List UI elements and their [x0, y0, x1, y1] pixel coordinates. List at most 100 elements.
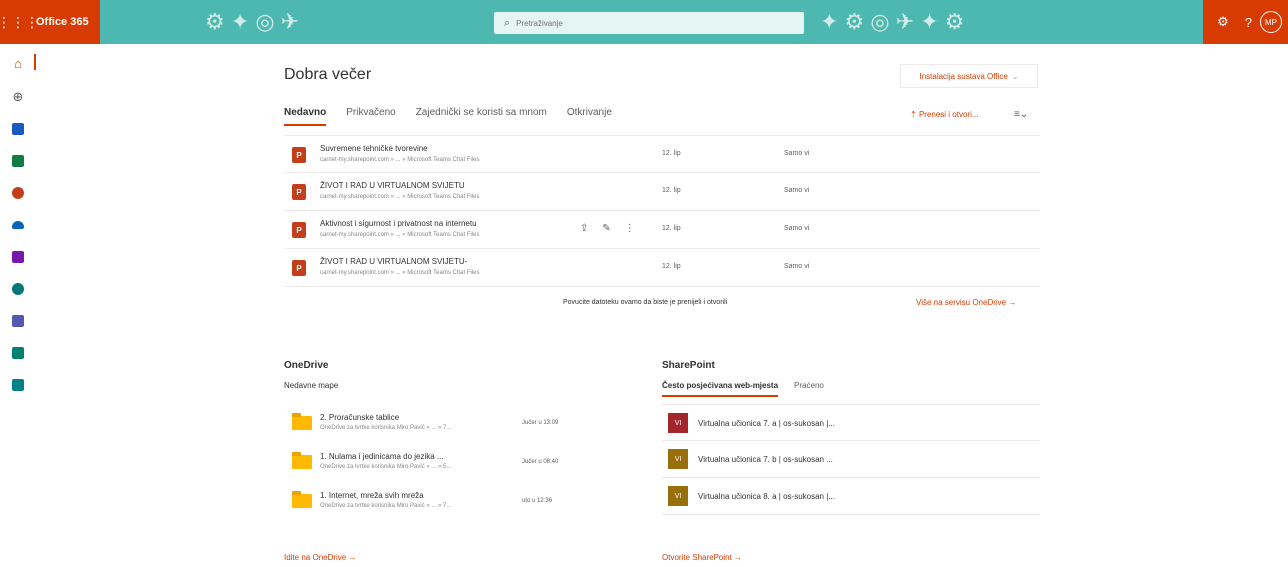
- file-name[interactable]: Suvremene tehničke tvorevine: [320, 144, 428, 153]
- banner-decoration: ✦ ⚙ ◎ ✈ ✦ ⚙: [820, 9, 965, 34]
- list-item[interactable]: 1. Internet, mreža svih mreža OneDrive z…: [284, 482, 594, 521]
- rail-excel[interactable]: [0, 150, 36, 172]
- app-name[interactable]: Office 365: [36, 16, 89, 28]
- tab-pinned[interactable]: Prikvačeno: [346, 107, 395, 126]
- onedrive-cloud-icon: [12, 221, 24, 229]
- tab-recent[interactable]: Nedavno: [284, 107, 327, 126]
- file-name[interactable]: Aktivnost i sigurnost i privatnost na in…: [320, 219, 477, 228]
- share-icon[interactable]: ⇪: [580, 223, 588, 234]
- onedrive-title: OneDrive: [284, 360, 329, 371]
- tab-shared-with-me[interactable]: Zajednički se koristi sa mnom: [416, 107, 547, 126]
- file-row[interactable]: P ŽIVOT I RAD U VIRTUALNOM SVIJETU carne…: [284, 173, 1040, 211]
- file-date: 12. lip: [662, 187, 681, 194]
- rail-sway[interactable]: [0, 342, 36, 364]
- site-name[interactable]: Virtualna učionica 7. b | os-sukosan ...: [698, 455, 833, 464]
- file-path: carnet-my.sharepoint.com » ... » Microso…: [320, 157, 480, 163]
- tab-discover[interactable]: Otkrivanje: [567, 107, 612, 126]
- brand-area: ⋮⋮⋮ Office 365: [0, 0, 100, 44]
- more-on-onedrive-link[interactable]: Više na servisu OneDrive →: [916, 298, 1016, 307]
- file-row[interactable]: P Suvremene tehničke tvorevine carnet-my…: [284, 135, 1040, 173]
- folder-date: uto u 12:36: [522, 498, 553, 504]
- file-date: 12. lip: [662, 225, 681, 232]
- file-sharing: Samo vi: [784, 150, 810, 157]
- folder-date: Jučer u 08:40: [522, 459, 559, 465]
- admin-icon: [12, 379, 24, 391]
- site-tile: VI: [668, 486, 688, 506]
- list-item[interactable]: VI Virtualna učionica 7. b | os-sukosan …: [662, 441, 1040, 478]
- recent-tabs: Nedavno Prikvačeno Zajednički se koristi…: [284, 107, 632, 126]
- folder-icon: [292, 452, 312, 469]
- site-tile: VI: [668, 413, 688, 433]
- powerpoint-file-icon: P: [292, 260, 306, 276]
- rail-admin[interactable]: [0, 374, 36, 396]
- powerpoint-icon: [12, 187, 24, 199]
- file-path: carnet-my.sharepoint.com » ... » Microso…: [320, 232, 480, 238]
- rail-onedrive[interactable]: [0, 214, 36, 236]
- file-row[interactable]: P ŽIVOT I RAD U VIRTUALNOM SVIJETU- carn…: [284, 249, 1040, 287]
- onedrive-tabs: Nedavne mape: [284, 381, 354, 395]
- page-title: Dobra večer: [284, 66, 372, 83]
- go-to-onedrive-link[interactable]: Idite na OneDrive →: [284, 553, 356, 562]
- tab-following[interactable]: Praćeno: [794, 381, 824, 397]
- rail-powerpoint[interactable]: [0, 182, 36, 204]
- site-tile: VI: [668, 449, 688, 469]
- word-icon: [12, 123, 24, 135]
- chevron-down-icon: ⌄: [1011, 71, 1019, 81]
- settings-gear-icon[interactable]: ⚙: [1217, 14, 1229, 30]
- powerpoint-file-icon: P: [292, 147, 306, 163]
- list-item[interactable]: VI Virtualna učionica 8. a | os-sukosan …: [662, 478, 1040, 515]
- banner-decoration: ⚙ ✦ ◎ ✈: [205, 9, 300, 34]
- sharepoint-tabs: Često posjećivana web-mjesta Praćeno: [662, 381, 840, 397]
- waffle-menu-icon[interactable]: ⋮⋮⋮: [0, 0, 39, 44]
- pin-icon[interactable]: ✎: [602, 223, 610, 234]
- upload-label: Prenesi i otvori...: [918, 110, 979, 119]
- sharepoint-site-list: VI Virtualna učionica 7. a | os-sukosan …: [662, 404, 1040, 515]
- rail-word[interactable]: [0, 118, 36, 140]
- search-box[interactable]: ⌕: [494, 12, 804, 34]
- powerpoint-file-icon: P: [292, 222, 306, 238]
- rail-teams[interactable]: [0, 310, 36, 332]
- file-path: carnet-my.sharepoint.com » ... » Microso…: [320, 194, 480, 200]
- more-options-icon[interactable]: ⋮: [625, 223, 635, 234]
- upload-and-open-button[interactable]: ⇡ Prenesi i otvori...: [910, 110, 979, 119]
- folder-icon: [292, 413, 312, 430]
- site-name[interactable]: Virtualna učionica 7. a | os-sukosan |..…: [698, 419, 835, 428]
- top-right-actions: ⚙ ? MP: [1203, 0, 1288, 44]
- sort-view-icon[interactable]: ≡⌄: [1014, 109, 1028, 120]
- rail-onenote[interactable]: [0, 246, 36, 268]
- folder-path: OneDrive za tvrtke korisnika Miro Pavić …: [320, 464, 452, 470]
- tab-frequent-sites[interactable]: Često posjećivana web-mjesta: [662, 381, 779, 397]
- help-icon[interactable]: ?: [1245, 15, 1252, 30]
- file-name[interactable]: ŽIVOT I RAD U VIRTUALNOM SVIJETU-: [320, 257, 467, 266]
- excel-icon: [12, 155, 24, 167]
- search-input[interactable]: [516, 18, 777, 28]
- file-row-actions: ⇪ ✎ ⋮: [580, 223, 635, 234]
- open-sharepoint-link[interactable]: Otvorite SharePoint →: [662, 553, 742, 562]
- folder-name[interactable]: 1. Internet, mreža svih mreža: [320, 491, 424, 500]
- folder-path: OneDrive za tvrtke korisnika Miro Pavić …: [320, 425, 452, 431]
- folder-name[interactable]: 1. Nulama i jedinicama do jezika ...: [320, 452, 444, 461]
- rail-create[interactable]: ⊕: [0, 86, 36, 108]
- user-avatar[interactable]: MP: [1260, 11, 1282, 33]
- rail-sharepoint[interactable]: [0, 278, 36, 300]
- file-sharing: Samo vi: [784, 263, 810, 270]
- install-office-label: Instalacija sustava Office: [919, 71, 1008, 81]
- install-office-button[interactable]: Instalacija sustava Office ⌄: [900, 64, 1038, 88]
- list-item[interactable]: 1. Nulama i jedinicama do jezika ... One…: [284, 443, 594, 482]
- folder-icon: [292, 491, 312, 508]
- teams-icon: [12, 315, 24, 327]
- top-banner: ⚙ ✦ ◎ ✈ ✦ ⚙ ◎ ✈ ✦ ⚙ ⋮⋮⋮ Office 365 ⌕ ⚙ ?…: [0, 0, 1288, 44]
- app-launcher-rail: ⌂ ⊕: [0, 44, 36, 567]
- tab-recent-folders[interactable]: Nedavne mape: [284, 381, 338, 395]
- folder-path: OneDrive za tvrtke korisnika Miro Pavić …: [320, 503, 452, 509]
- rail-home[interactable]: ⌂: [0, 52, 36, 74]
- onedrive-folder-list: 2. Proračunske tablice OneDrive za tvrtk…: [284, 404, 594, 521]
- file-sharing: Samo vi: [784, 225, 810, 232]
- sway-icon: [12, 347, 24, 359]
- list-item[interactable]: 2. Proračunske tablice OneDrive za tvrtk…: [284, 404, 594, 443]
- site-name[interactable]: Virtualna učionica 8. a | os-sukosan |..…: [698, 492, 835, 501]
- folder-name[interactable]: 2. Proračunske tablice: [320, 413, 399, 422]
- file-row[interactable]: P Aktivnost i sigurnost i privatnost na …: [284, 211, 1040, 249]
- list-item[interactable]: VI Virtualna učionica 7. a | os-sukosan …: [662, 404, 1040, 441]
- file-name[interactable]: ŽIVOT I RAD U VIRTUALNOM SVIJETU: [320, 181, 465, 190]
